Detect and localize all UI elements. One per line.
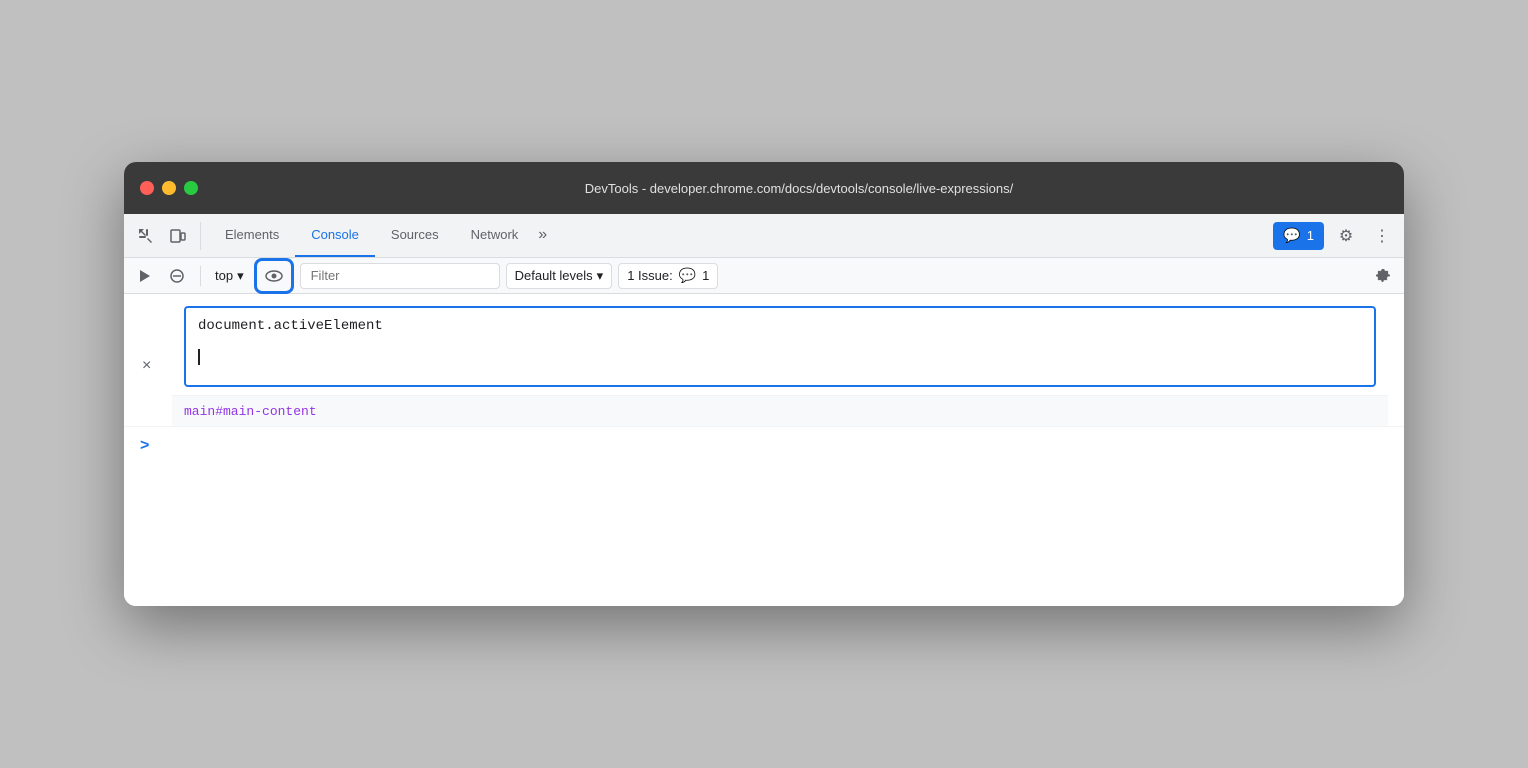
tab-network[interactable]: Network	[455, 214, 535, 257]
cursor-line	[186, 345, 1374, 369]
live-expression-result-area	[186, 345, 1374, 385]
filter-input[interactable]	[300, 263, 500, 289]
live-expression-container: document.activeElement	[184, 306, 1376, 387]
inspect-element-button[interactable]	[132, 222, 160, 250]
live-expression-outer: × document.activeElement main#main-conte…	[172, 306, 1388, 426]
console-toolbar: top ▾ Default levels ▾ 1 Issue: 💬 1	[124, 258, 1404, 294]
message-icon: 💬	[1283, 227, 1300, 244]
divider-1	[200, 266, 201, 286]
more-options-button[interactable]: ⋮	[1368, 222, 1396, 250]
context-label: top	[215, 268, 233, 283]
settings-button[interactable]: ⚙	[1332, 222, 1360, 250]
more-tabs-button[interactable]: »	[534, 214, 551, 257]
live-expression-button[interactable]	[259, 263, 289, 289]
maximize-button[interactable]	[184, 181, 198, 195]
live-expression-result-row: main#main-content	[172, 395, 1388, 426]
issue-message-icon: 💬	[679, 267, 696, 284]
close-button[interactable]	[140, 181, 154, 195]
traffic-lights	[140, 181, 198, 195]
dropdown-arrow-icon: ▾	[237, 268, 244, 284]
clear-console-button[interactable]	[164, 263, 190, 289]
live-expression-header: document.activeElement	[186, 308, 1374, 345]
context-selector[interactable]: top ▾	[211, 266, 248, 286]
tab-elements[interactable]: Elements	[209, 214, 295, 257]
issue-badge: 1 Issue: 💬 1	[618, 263, 718, 289]
toolbar-icons	[132, 222, 201, 250]
live-expression-button-wrapper	[254, 258, 294, 294]
gear-icon: ⚙	[1339, 226, 1353, 246]
tab-sources[interactable]: Sources	[375, 214, 455, 257]
tab-list: Elements Console Sources Network »	[209, 214, 551, 257]
issue-count: 1	[702, 268, 709, 283]
console-content: × document.activeElement main#main-conte…	[124, 306, 1404, 606]
devtools-toolbar: Elements Console Sources Network » 💬 1 ⚙…	[124, 214, 1404, 258]
issue-prefix: 1 Issue:	[627, 268, 673, 283]
notifications-button[interactable]: 💬 1	[1273, 222, 1324, 250]
run-expression-button[interactable]	[132, 263, 158, 289]
live-expression-result: main#main-content	[184, 404, 317, 419]
console-chevron-icon: >	[140, 437, 149, 455]
levels-label: Default levels	[515, 268, 593, 283]
devtools-window: DevTools - developer.chrome.com/docs/dev…	[124, 162, 1404, 606]
tab-console[interactable]: Console	[295, 214, 375, 257]
log-levels-button[interactable]: Default levels ▾	[506, 263, 613, 289]
minimize-button[interactable]	[162, 181, 176, 195]
window-title: DevTools - developer.chrome.com/docs/dev…	[210, 181, 1388, 196]
more-icon: ⋮	[1374, 226, 1390, 246]
console-prompt-input[interactable]	[157, 439, 1388, 454]
toolbar-right: 💬 1 ⚙ ⋮	[1273, 222, 1396, 250]
live-expression-close-button[interactable]: ×	[142, 357, 151, 375]
console-settings-button[interactable]	[1370, 263, 1396, 289]
console-prompt-area: >	[124, 426, 1404, 465]
levels-arrow-icon: ▾	[597, 268, 604, 284]
notifications-count: 1	[1307, 228, 1314, 243]
live-expression-code: document.activeElement	[198, 316, 1362, 337]
device-toggle-button[interactable]	[164, 222, 192, 250]
titlebar: DevTools - developer.chrome.com/docs/dev…	[124, 162, 1404, 214]
